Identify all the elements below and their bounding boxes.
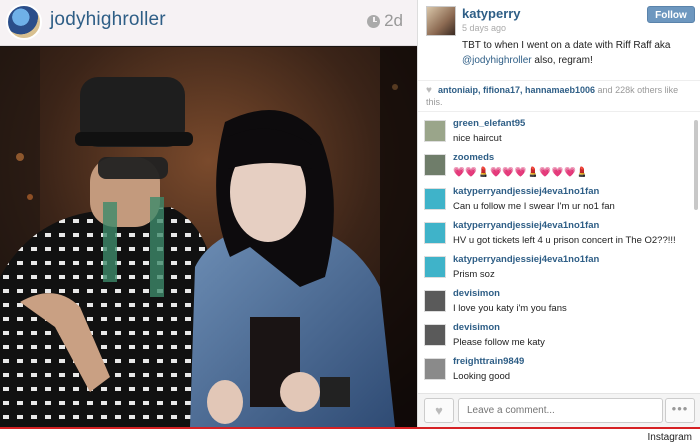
comment-item: green_elefant95 nice haircut <box>424 118 692 152</box>
comment-item: katyperryandjessiej4eva1no1fan Prism soz <box>424 254 692 288</box>
poster-avatar[interactable] <box>6 4 42 40</box>
owner-username[interactable]: katyperry <box>462 6 521 21</box>
comment-item: katyperryandjessiej4eva1no1fan Can u fol… <box>424 186 692 220</box>
more-options-button[interactable]: ••• <box>665 398 695 423</box>
comments-scrollbar[interactable] <box>694 120 698 210</box>
comment-input[interactable] <box>458 398 663 423</box>
comment-footer: ♥ ••• <box>418 393 700 427</box>
photo-illustration <box>0 47 417 427</box>
follow-button[interactable]: Follow <box>647 6 695 23</box>
commenter-username[interactable]: zoomeds <box>453 152 494 163</box>
post-details-panel: katyperry 5 days ago Follow TBT to when … <box>417 0 700 427</box>
commenter-avatar[interactable] <box>424 358 446 380</box>
heart-icon: ♥ <box>435 403 443 418</box>
comment-text: HV u got tickets left 4 u prison concert… <box>453 235 676 246</box>
comment-text: Please follow me katy <box>453 337 545 348</box>
comment-text: Prism soz <box>453 269 495 280</box>
post-time: 2d <box>367 11 403 31</box>
comment-text: nice haircut <box>453 133 502 144</box>
comment-text: 💗💗💄💗💗💗💄💗💗💗💄 <box>453 167 589 178</box>
commenter-avatar[interactable] <box>424 188 446 210</box>
post-time-label: 2d <box>384 11 403 30</box>
post-photo <box>0 47 417 427</box>
post-owner-header: katyperry 5 days ago Follow TBT to when … <box>418 0 700 78</box>
caption-tail: also, regram! <box>531 55 593 66</box>
commenter-username[interactable]: freighttrain9849 <box>453 356 524 367</box>
commenter-avatar[interactable] <box>424 256 446 278</box>
commenter-username[interactable]: katyperryandjessiej4eva1no1fan <box>453 254 599 265</box>
heart-icon: ♥ <box>426 85 432 96</box>
caption-mention[interactable]: @jodyhighroller <box>462 55 532 66</box>
commenter-username[interactable]: green_elefant95 <box>453 118 525 129</box>
comment-item: katyperryandjessiej4eva1no1fan HV u got … <box>424 220 692 254</box>
commenter-username[interactable]: katyperryandjessiej4eva1no1fan <box>453 186 599 197</box>
commenter-avatar[interactable] <box>424 290 446 312</box>
comment-list: green_elefant95 nice haircut zoomeds 💗💗💄… <box>418 118 700 392</box>
poster-username[interactable]: jodyhighroller <box>50 9 166 31</box>
comment-text: Looking good <box>453 371 511 382</box>
posted-ago: 5 days ago <box>462 23 507 33</box>
commenter-avatar[interactable] <box>424 222 446 244</box>
instagram-watermark: Instagram <box>647 432 692 443</box>
bottom-strip: Instagram <box>0 427 700 447</box>
post-caption: TBT to when I went on a date with Riff R… <box>462 38 694 68</box>
commenter-avatar[interactable] <box>424 324 446 346</box>
comment-text: I love you katy i'm you fans <box>453 303 567 314</box>
owner-avatar[interactable] <box>426 6 456 36</box>
commenter-username[interactable]: devisimon <box>453 288 500 299</box>
comment-item: devisimon I love you katy i'm you fans <box>424 288 692 322</box>
comment-item: zoomeds 💗💗💄💗💗💗💄💗💗💗💄 <box>424 152 692 186</box>
comment-text: Can u follow me I swear I'm ur no1 fan <box>453 201 615 212</box>
likes-summary: ♥ antoniaip, fifiona17, hannamaeb1006 and… <box>418 80 700 112</box>
likes-names[interactable]: antoniaip, fifiona17, hannamaeb1006 <box>438 85 595 95</box>
commenter-username[interactable]: katyperryandjessiej4eva1no1fan <box>453 220 599 231</box>
photo-column: jodyhighroller 2d <box>0 0 417 427</box>
comment-item: freighttrain9849 Looking good <box>424 356 692 390</box>
commenter-avatar[interactable] <box>424 154 446 176</box>
like-button[interactable]: ♥ <box>424 398 454 423</box>
caption-text: TBT to when I went on a date with Riff R… <box>462 40 671 51</box>
clock-icon <box>367 14 381 28</box>
commenter-username[interactable]: devisimon <box>453 322 500 333</box>
photo-header: jodyhighroller 2d <box>0 0 417 46</box>
commenter-avatar[interactable] <box>424 120 446 142</box>
comment-item: devisimon Please follow me katy <box>424 322 692 356</box>
